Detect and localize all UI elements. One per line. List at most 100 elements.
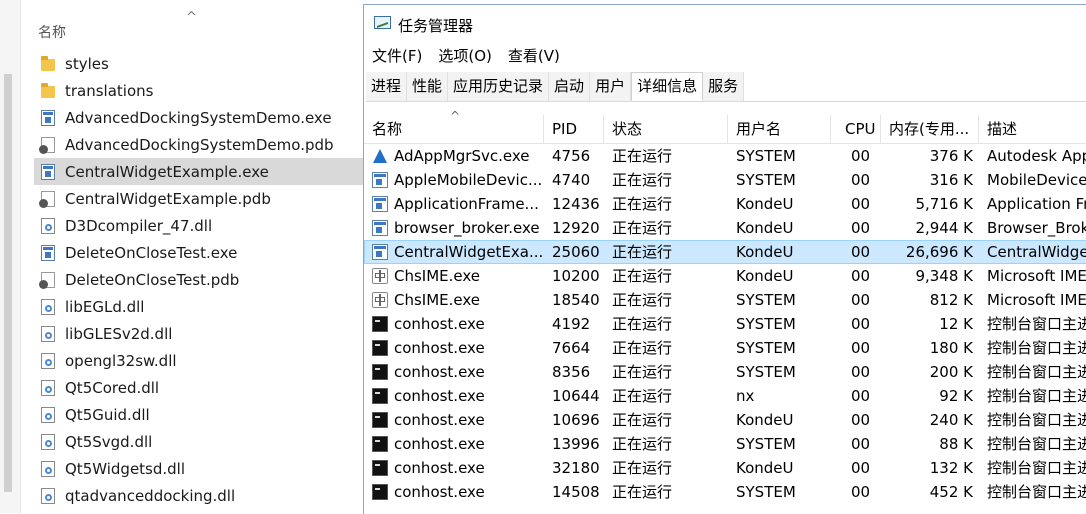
cell-status: 正在运行 xyxy=(612,411,673,429)
tab-startup[interactable]: 启动 xyxy=(549,72,591,101)
file-name: DeleteOnCloseTest.pdb xyxy=(65,270,240,289)
console-icon xyxy=(372,436,388,452)
column-header-username[interactable]: 用户名 xyxy=(728,115,831,143)
table-row[interactable]: conhost.exe 13996 正在运行 SYSTEM 00 88 K 控制台窗口主进 xyxy=(364,432,1086,456)
file-name: opengl32sw.dll xyxy=(65,351,177,370)
table-row[interactable]: conhost.exe 32180 正在运行 KondeU 00 132 K 控制台窗口主进 xyxy=(364,456,1086,480)
file-name: qtadvanceddocking.dll xyxy=(65,486,236,505)
cell-name: ApplicationFrame... xyxy=(364,192,544,216)
file-item[interactable]: Qt5Svgd.dll xyxy=(34,428,366,455)
file-item[interactable]: qtadvanceddocking.dll xyxy=(34,482,366,509)
file-name: CentralWidgetExample.exe xyxy=(65,162,269,181)
pdb-file-icon xyxy=(39,271,55,289)
cell-memory: 316 K xyxy=(929,171,973,189)
table-row[interactable]: conhost.exe 4192 正在运行 SYSTEM 00 12 K 控制台窗口主进 xyxy=(364,312,1086,336)
tab-app-history[interactable]: 应用历史记录 xyxy=(448,72,550,101)
file-item[interactable]: Qt5Widgetsd.dll xyxy=(34,455,366,482)
file-name: translations xyxy=(65,81,154,100)
table-row[interactable]: conhost.exe 14508 正在运行 SYSTEM 00 452 K 控制台窗口主进 xyxy=(364,480,1086,504)
table-row[interactable]: ChsIME.exe 10200 正在运行 KondeU 00 9,348 K Micros… xyxy=(364,264,1086,288)
cell-pid: 10200 xyxy=(552,267,600,285)
file-item[interactable]: AdvancedDockingSystemDemo.pdb xyxy=(34,131,366,158)
cell-memory: 9,348 K xyxy=(915,267,973,285)
cell-description: MobileDevice xyxy=(987,171,1086,189)
cell-description: 控制台窗口主进 xyxy=(987,387,1086,405)
file-name: Qt5Svgd.dll xyxy=(65,432,153,451)
navigation-scrollbar[interactable] xyxy=(4,74,12,492)
table-row[interactable]: ChsIME.exe 18540 正在运行 SYSTEM 00 812 K Microsof… xyxy=(364,288,1086,312)
file-item[interactable]: CentralWidgetExample.pdb xyxy=(34,185,366,212)
process-name: conhost.exe xyxy=(394,411,485,429)
tab-details[interactable]: 详细信息 xyxy=(631,72,704,101)
cell-status: 正在运行 xyxy=(612,339,673,357)
application-icon xyxy=(372,244,388,260)
file-item[interactable]: opengl32sw.dll xyxy=(34,347,366,374)
cell-memory: 92 K xyxy=(939,387,973,405)
table-row[interactable]: AppleMobileDevic... 4740 正在运行 SYSTEM 00 316 K… xyxy=(364,168,1086,192)
cell-cpu: 00 xyxy=(851,435,871,453)
cell-cpu: 00 xyxy=(851,147,871,165)
process-name: AppleMobileDevic... xyxy=(394,171,543,189)
cell-username: KondeU xyxy=(736,219,794,237)
process-name: conhost.exe xyxy=(394,315,485,333)
file-item[interactable]: styles xyxy=(34,50,366,77)
column-header-pid[interactable]: PID xyxy=(544,115,604,143)
file-item[interactable]: CentralWidgetExample.exe xyxy=(34,158,366,185)
file-item[interactable]: Qt5Cored.dll xyxy=(34,374,366,401)
column-header-cpu[interactable]: CPU xyxy=(831,115,881,143)
console-icon xyxy=(372,364,388,380)
column-header-memory[interactable]: 内存(专用... xyxy=(881,115,979,143)
file-item[interactable]: Qt5Guid.dll xyxy=(34,401,366,428)
file-item[interactable]: libEGLd.dll xyxy=(34,293,366,320)
dll-file-icon xyxy=(41,460,55,477)
table-row[interactable]: conhost.exe 7664 正在运行 SYSTEM 00 180 K 控制台窗口主进 xyxy=(364,336,1086,360)
console-icon xyxy=(372,460,388,476)
dll-file-icon xyxy=(41,379,55,396)
cell-name: conhost.exe xyxy=(364,336,544,360)
cell-pid: 13996 xyxy=(552,435,600,453)
process-name: conhost.exe xyxy=(394,459,485,477)
file-name: AdvancedDockingSystemDemo.exe xyxy=(65,108,332,127)
console-icon xyxy=(372,316,388,332)
column-header-description[interactable]: 描述 xyxy=(979,115,1086,143)
menu-file[interactable]: 文件(F) xyxy=(364,43,430,69)
table-row[interactable]: ApplicationFrame... 12436 正在运行 KondeU 00 5,71… xyxy=(364,192,1086,216)
menu-view[interactable]: 查看(V) xyxy=(500,43,568,69)
title-bar[interactable]: 任务管理器 xyxy=(364,5,1086,41)
cell-name: AppleMobileDevic... xyxy=(364,168,544,192)
tab-performance[interactable]: 性能 xyxy=(407,72,449,101)
task-manager-icon xyxy=(374,16,391,29)
cell-status: 正在运行 xyxy=(612,435,673,453)
cell-cpu: 00 xyxy=(851,267,871,285)
pane-divider[interactable] xyxy=(20,0,21,513)
process-name: conhost.exe xyxy=(394,483,485,501)
cell-memory: 12 K xyxy=(939,315,973,333)
cell-name: browser_broker.exe xyxy=(364,216,544,240)
tab-processes[interactable]: 进程 xyxy=(366,72,408,101)
cell-cpu: 00 xyxy=(851,243,871,261)
menu-bar: 文件(F) 选项(O) 查看(V) xyxy=(364,43,568,69)
menu-options[interactable]: 选项(O) xyxy=(430,43,500,69)
column-header-status[interactable]: 状态 xyxy=(604,115,728,143)
tab-services[interactable]: 服务 xyxy=(703,72,745,101)
cell-pid: 7664 xyxy=(552,339,591,357)
table-row[interactable]: conhost.exe 10696 正在运行 KondeU 00 240 K 控制台窗口主进 xyxy=(364,408,1086,432)
cell-username: SYSTEM xyxy=(736,315,796,333)
cell-status: 正在运行 xyxy=(612,291,673,309)
file-item[interactable]: AdvancedDockingSystemDemo.exe xyxy=(34,104,366,131)
tab-users[interactable]: 用户 xyxy=(590,72,632,101)
table-row[interactable]: CentralWidgetExa... 25060 正在运行 KondeU 00 26,6… xyxy=(364,240,1086,264)
column-header-name[interactable]: 名称 xyxy=(38,22,66,42)
window-title: 任务管理器 xyxy=(398,17,474,35)
file-item[interactable]: translations xyxy=(34,77,366,104)
cell-memory: 5,716 K xyxy=(915,195,973,213)
file-item[interactable]: DeleteOnCloseTest.pdb xyxy=(34,266,366,293)
file-item[interactable]: D3Dcompiler_47.dll xyxy=(34,212,366,239)
table-row[interactable]: conhost.exe 10644 正在运行 nx 00 92 K 控制台窗口主进 xyxy=(364,384,1086,408)
file-item[interactable]: libGLESv2d.dll xyxy=(34,320,366,347)
process-name: browser_broker.exe xyxy=(394,219,540,237)
table-row[interactable]: AdAppMgrSvc.exe 4756 正在运行 SYSTEM 00 376 K Auto… xyxy=(364,144,1086,168)
table-row[interactable]: conhost.exe 8356 正在运行 SYSTEM 00 200 K 控制台窗口主进 xyxy=(364,360,1086,384)
file-item[interactable]: DeleteOnCloseTest.exe xyxy=(34,239,366,266)
table-row[interactable]: browser_broker.exe 12920 正在运行 KondeU 00 2,944… xyxy=(364,216,1086,240)
